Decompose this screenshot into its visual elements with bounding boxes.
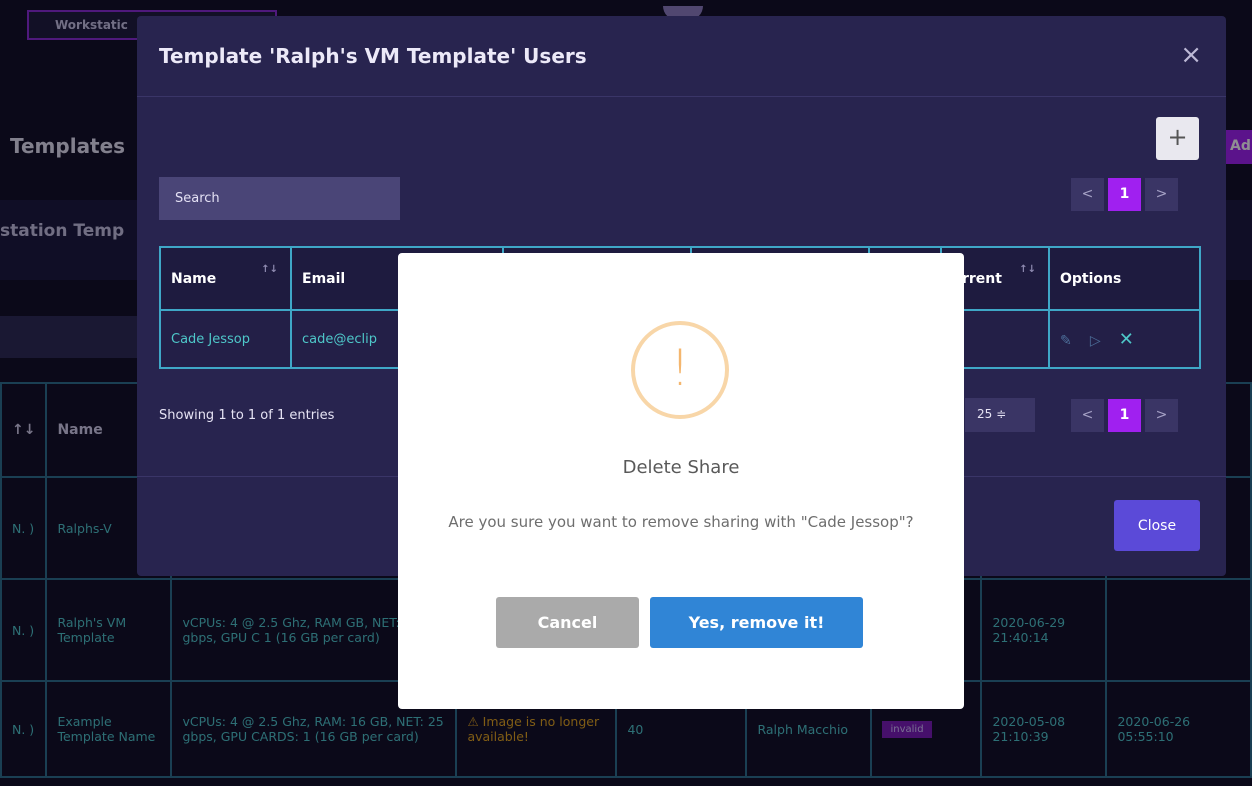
cancel-button[interactable]: Cancel	[496, 597, 639, 648]
edit-icon[interactable]: ✎	[1060, 333, 1072, 349]
close-button[interactable]: Close	[1114, 500, 1200, 551]
exclamation-icon: !	[669, 339, 691, 397]
search-input[interactable]	[159, 177, 400, 220]
add-user-button[interactable]: +	[1156, 117, 1199, 160]
pagination-top: < 1 >	[1071, 178, 1178, 211]
modal-title: Template 'Ralph's VM Template' Users	[159, 44, 587, 68]
modal-header: Template 'Ralph's VM Template' Users ×	[137, 16, 1226, 97]
row-options: ✎ ▷ ✕	[1048, 309, 1201, 369]
page-1-button[interactable]: 1	[1108, 178, 1141, 211]
pagination-bottom: < 1 >	[1071, 399, 1178, 432]
column-header-name[interactable]: Name ↑↓	[159, 246, 292, 311]
dialog-title: Delete Share	[622, 457, 740, 478]
column-header-options: Options	[1048, 246, 1201, 311]
user-name: Cade Jessop	[159, 309, 292, 369]
page-1-button[interactable]: 1	[1108, 399, 1141, 432]
next-page-button[interactable]: >	[1145, 178, 1178, 211]
delete-share-dialog: ! Delete Share Are you sure you want to …	[398, 253, 964, 709]
prev-page-button[interactable]: <	[1071, 399, 1104, 432]
warning-icon: !	[631, 321, 729, 419]
page-length-select[interactable]: 25 ≑	[965, 398, 1035, 432]
prev-page-button[interactable]: <	[1071, 178, 1104, 211]
send-icon[interactable]: ▷	[1090, 333, 1101, 349]
dialog-message: Are you sure you want to remove sharing …	[448, 513, 914, 531]
remove-icon[interactable]: ✕	[1119, 329, 1134, 350]
confirm-remove-button[interactable]: Yes, remove it!	[650, 597, 863, 648]
close-icon[interactable]: ×	[1180, 42, 1202, 68]
next-page-button[interactable]: >	[1145, 399, 1178, 432]
sort-icon[interactable]: ↑↓	[1019, 264, 1036, 275]
entries-info: Showing 1 to 1 of 1 entries	[159, 408, 335, 423]
sort-icon[interactable]: ↑↓	[261, 264, 278, 275]
